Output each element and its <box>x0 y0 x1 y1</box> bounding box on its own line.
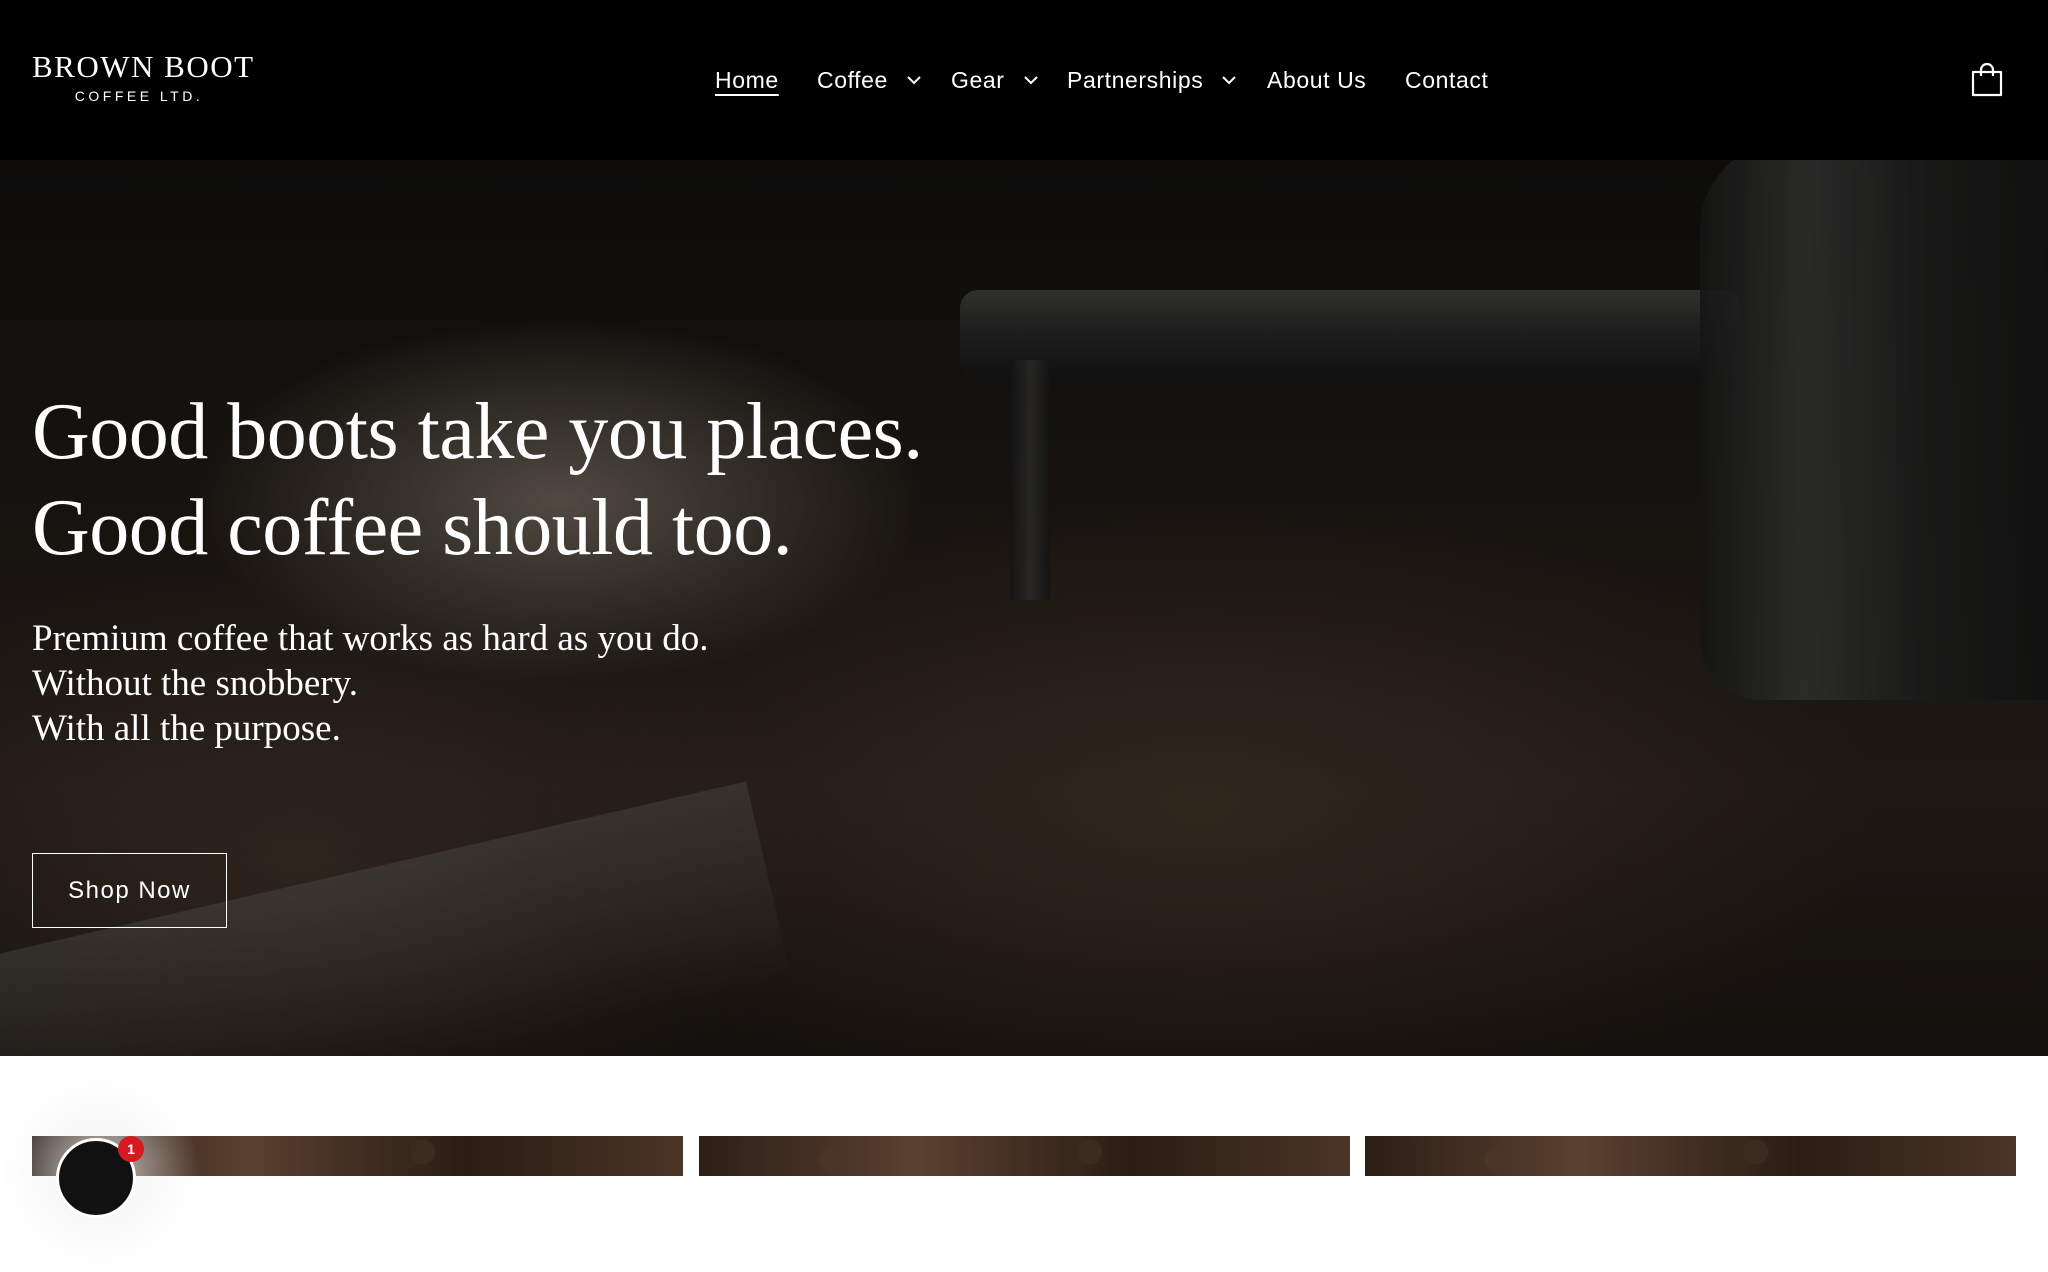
nav-item-label: Gear <box>951 66 1005 93</box>
shop-now-button[interactable]: Shop Now <box>32 853 227 928</box>
nav-item-label: Coffee <box>817 66 888 93</box>
collection-card[interactable] <box>699 1136 1350 1176</box>
collection-card[interactable] <box>1365 1136 2016 1176</box>
nav-item-home[interactable]: Home <box>715 62 779 98</box>
nav-item-label: About Us <box>1267 66 1367 93</box>
hero-subtitle-line: With all the purpose. <box>32 708 341 749</box>
hero-title: Good boots take you places. Good coffee … <box>32 384 932 576</box>
hero-subtitle-line: Premium coffee that works as hard as you… <box>32 618 709 659</box>
nav-item-coffee[interactable]: Coffee <box>817 62 924 98</box>
chat-notification-badge: 1 <box>118 1136 144 1162</box>
collection-cards <box>0 1056 2048 1176</box>
chevron-down-icon <box>1023 76 1038 85</box>
chevron-down-icon <box>907 76 921 85</box>
main-nav: Home Coffee Gear Partnerships About Us C… <box>0 0 2048 160</box>
nav-item-label: Home <box>715 66 779 93</box>
hero-content: Good boots take you places. Good coffee … <box>32 384 932 751</box>
nav-item-about-us[interactable]: About Us <box>1267 62 1366 98</box>
hero-subtitle-line: Without the snobbery. <box>32 663 358 704</box>
hero-title-line: Good coffee should too. <box>32 484 793 572</box>
nav-item-label: Partnerships <box>1067 66 1204 93</box>
nav-item-contact[interactable]: Contact <box>1405 62 1488 98</box>
nav-item-gear[interactable]: Gear <box>951 62 1041 98</box>
hero-title-line: Good boots take you places. <box>32 388 923 476</box>
nav-item-label: Contact <box>1405 66 1489 93</box>
hero-subtitle: Premium coffee that works as hard as you… <box>32 616 932 751</box>
chevron-down-icon <box>1222 76 1237 85</box>
cart-button[interactable] <box>1970 62 2004 98</box>
nav-item-partnerships[interactable]: Partnerships <box>1067 62 1239 98</box>
shopping-bag-icon <box>1971 62 2003 97</box>
site-header: BROWN BOOT COFFEE LTD. Home Coffee Gear … <box>0 0 2048 160</box>
hero-banner: Good boots take you places. Good coffee … <box>0 160 2048 1056</box>
